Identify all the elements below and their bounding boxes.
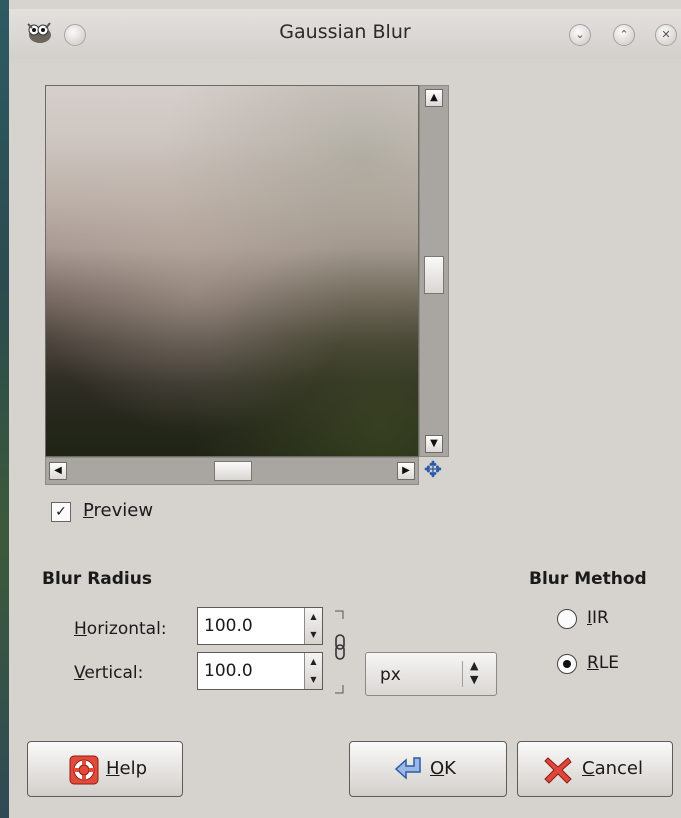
vertical-scroll-thumb[interactable] (424, 256, 444, 294)
ok-button[interactable]: OK (349, 741, 507, 797)
iir-label[interactable]: IIR (587, 608, 609, 628)
vertical-stepper[interactable]: ▲ ▼ (304, 653, 322, 689)
cancel-x-icon (544, 757, 572, 784)
blur-radius-heading: Blur Radius (42, 569, 152, 589)
chevron-up-down-icon: ▲ ▼ (470, 659, 479, 686)
vertical-value[interactable]: 100.0 (204, 661, 253, 681)
horizontal-stepper[interactable]: ▲ ▼ (304, 608, 322, 644)
chain-link-icon[interactable] (331, 609, 349, 695)
increment-icon[interactable]: ▲ (305, 608, 322, 626)
lifebuoy-help-icon (69, 755, 99, 785)
decrement-icon[interactable]: ▼ (305, 626, 322, 644)
scroll-up-button[interactable]: ▲ (425, 89, 443, 107)
rle-radio[interactable] (557, 654, 577, 674)
cancel-label: Cancel (582, 758, 643, 779)
desktop-background (0, 0, 9, 818)
preview-image[interactable] (45, 85, 419, 457)
enter-arrow-icon (394, 757, 421, 780)
gaussian-blur-dialog: Gaussian Blur ⌄ ⌃ ✕ ▲ ▼ ◀ ▶ ✥ ✓ Preview … (9, 9, 681, 818)
preview-horizontal-scrollbar[interactable]: ◀ ▶ (45, 457, 419, 485)
horizontal-label: Horizontal: (74, 619, 167, 639)
close-icon[interactable]: ✕ (655, 24, 677, 46)
unit-selector[interactable]: px ▲ ▼ (365, 652, 497, 696)
vertical-label: Vertical: (74, 663, 144, 683)
preview-label[interactable]: Preview (83, 500, 153, 521)
help-label: Help (106, 758, 148, 779)
horizontal-scroll-thumb[interactable] (214, 461, 252, 481)
increment-icon[interactable]: ▲ (305, 653, 322, 671)
help-button[interactable]: Help (27, 741, 183, 797)
blur-method-heading: Blur Method (529, 569, 647, 589)
minimize-icon[interactable]: ⌄ (569, 24, 591, 46)
horizontal-spinbutton[interactable]: 100.0 ▲ ▼ (197, 607, 323, 645)
preview-checkbox[interactable]: ✓ (51, 502, 71, 522)
scroll-right-button[interactable]: ▶ (397, 462, 415, 480)
title-bar[interactable]: Gaussian Blur ⌄ ⌃ ✕ (9, 9, 681, 59)
decrement-icon[interactable]: ▼ (305, 671, 322, 689)
cancel-button[interactable]: Cancel (517, 741, 673, 797)
iir-radio[interactable] (557, 609, 577, 629)
horizontal-value[interactable]: 100.0 (204, 616, 253, 636)
preview-image-content (46, 86, 418, 456)
navigate-move-icon[interactable]: ✥ (421, 459, 445, 483)
maximize-icon[interactable]: ⌃ (613, 24, 635, 46)
unit-value: px (380, 665, 401, 685)
rle-label[interactable]: RLE (587, 653, 619, 673)
preview-vertical-scrollbar[interactable]: ▲ ▼ (419, 85, 449, 457)
ok-label: OK (430, 758, 456, 779)
scroll-left-button[interactable]: ◀ (49, 462, 67, 480)
unit-separator (462, 661, 463, 687)
scroll-down-button[interactable]: ▼ (425, 435, 443, 453)
vertical-spinbutton[interactable]: 100.0 ▲ ▼ (197, 652, 323, 690)
